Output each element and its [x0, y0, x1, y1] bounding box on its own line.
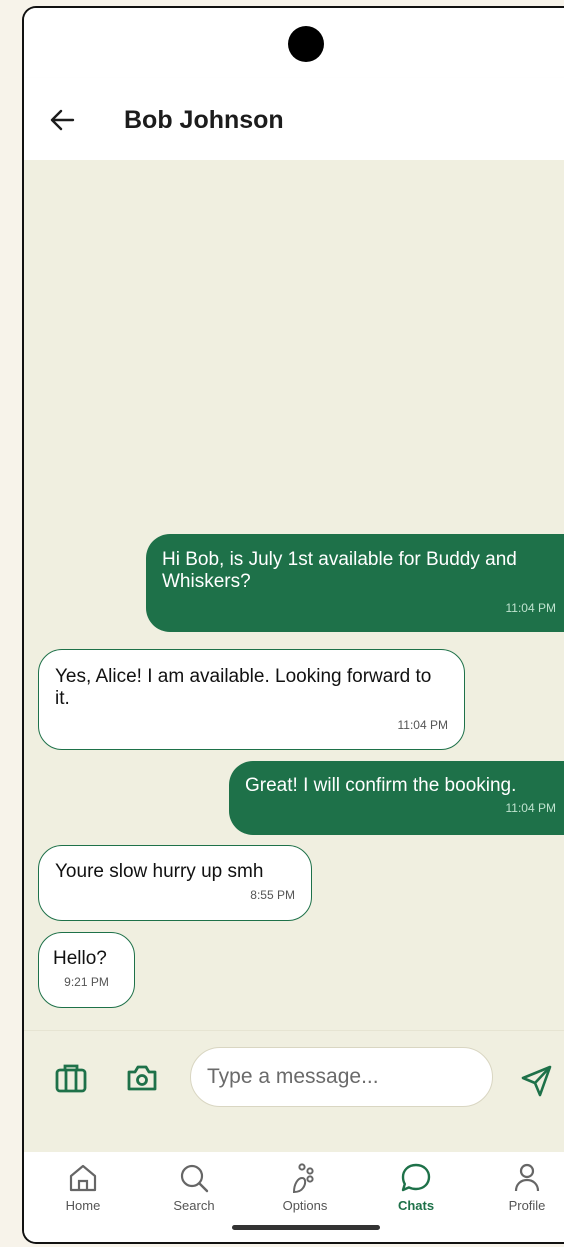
status-bar: [24, 8, 564, 78]
nav-label: Home: [65, 1198, 101, 1213]
message-bubble-incoming[interactable]: Hello? 9:21 PM: [38, 932, 135, 1008]
message-bubble-outgoing[interactable]: Hi Bob, is July 1st available for Buddy …: [146, 534, 564, 632]
paw-icon: [292, 1163, 314, 1194]
page-title: Bob Johnson: [124, 106, 284, 134]
chat-header: Bob Johnson: [24, 78, 564, 160]
home-indicator[interactable]: [232, 1225, 380, 1230]
message-bubble-outgoing[interactable]: Great! I will confirm the booking. 11:04…: [229, 761, 564, 835]
nav-options[interactable]: Options: [260, 1162, 350, 1232]
message-text: Hello?: [53, 948, 107, 969]
message-input[interactable]: [190, 1047, 493, 1107]
message-list[interactable]: Hi Bob, is July 1st available for Buddy …: [24, 160, 564, 1030]
nav-label: Chats: [397, 1198, 435, 1213]
send-icon[interactable]: [520, 1064, 554, 1098]
message-text: Hi Bob, is July 1st available for Buddy …: [162, 549, 517, 592]
message-time: 11:04 PM: [505, 801, 556, 815]
nav-label: Search: [173, 1198, 215, 1213]
message-time: 9:21 PM: [64, 975, 109, 989]
profile-icon: [514, 1163, 540, 1192]
nav-chats[interactable]: Chats: [371, 1162, 461, 1232]
front-camera: [288, 26, 324, 62]
chat-icon: [401, 1163, 431, 1192]
nav-home[interactable]: Home: [38, 1162, 128, 1232]
back-arrow-icon[interactable]: [48, 106, 76, 134]
nav-label: Profile: [508, 1198, 546, 1213]
message-time: 11:04 PM: [505, 601, 556, 615]
message-text: Yes, Alice! I am available. Looking forw…: [55, 666, 432, 709]
message-bubble-incoming[interactable]: Yes, Alice! I am available. Looking forw…: [38, 649, 465, 750]
nav-search[interactable]: Search: [149, 1162, 239, 1232]
home-icon: [69, 1164, 97, 1192]
briefcase-icon[interactable]: [54, 1061, 88, 1095]
message-text: Youre slow hurry up smh: [55, 861, 264, 882]
message-composer: [24, 1030, 564, 1153]
message-time: 8:55 PM: [250, 888, 295, 902]
nav-label: Options: [282, 1198, 328, 1213]
camera-icon[interactable]: [125, 1061, 159, 1095]
message-bubble-incoming[interactable]: Youre slow hurry up smh 8:55 PM: [38, 845, 312, 921]
message-text: Great! I will confirm the booking.: [245, 775, 517, 796]
phone-frame: Bob Johnson Hi Bob, is July 1st availabl…: [22, 6, 564, 1244]
message-time: 11:04 PM: [397, 718, 448, 732]
nav-profile[interactable]: Profile: [482, 1162, 564, 1232]
search-icon: [180, 1164, 209, 1193]
